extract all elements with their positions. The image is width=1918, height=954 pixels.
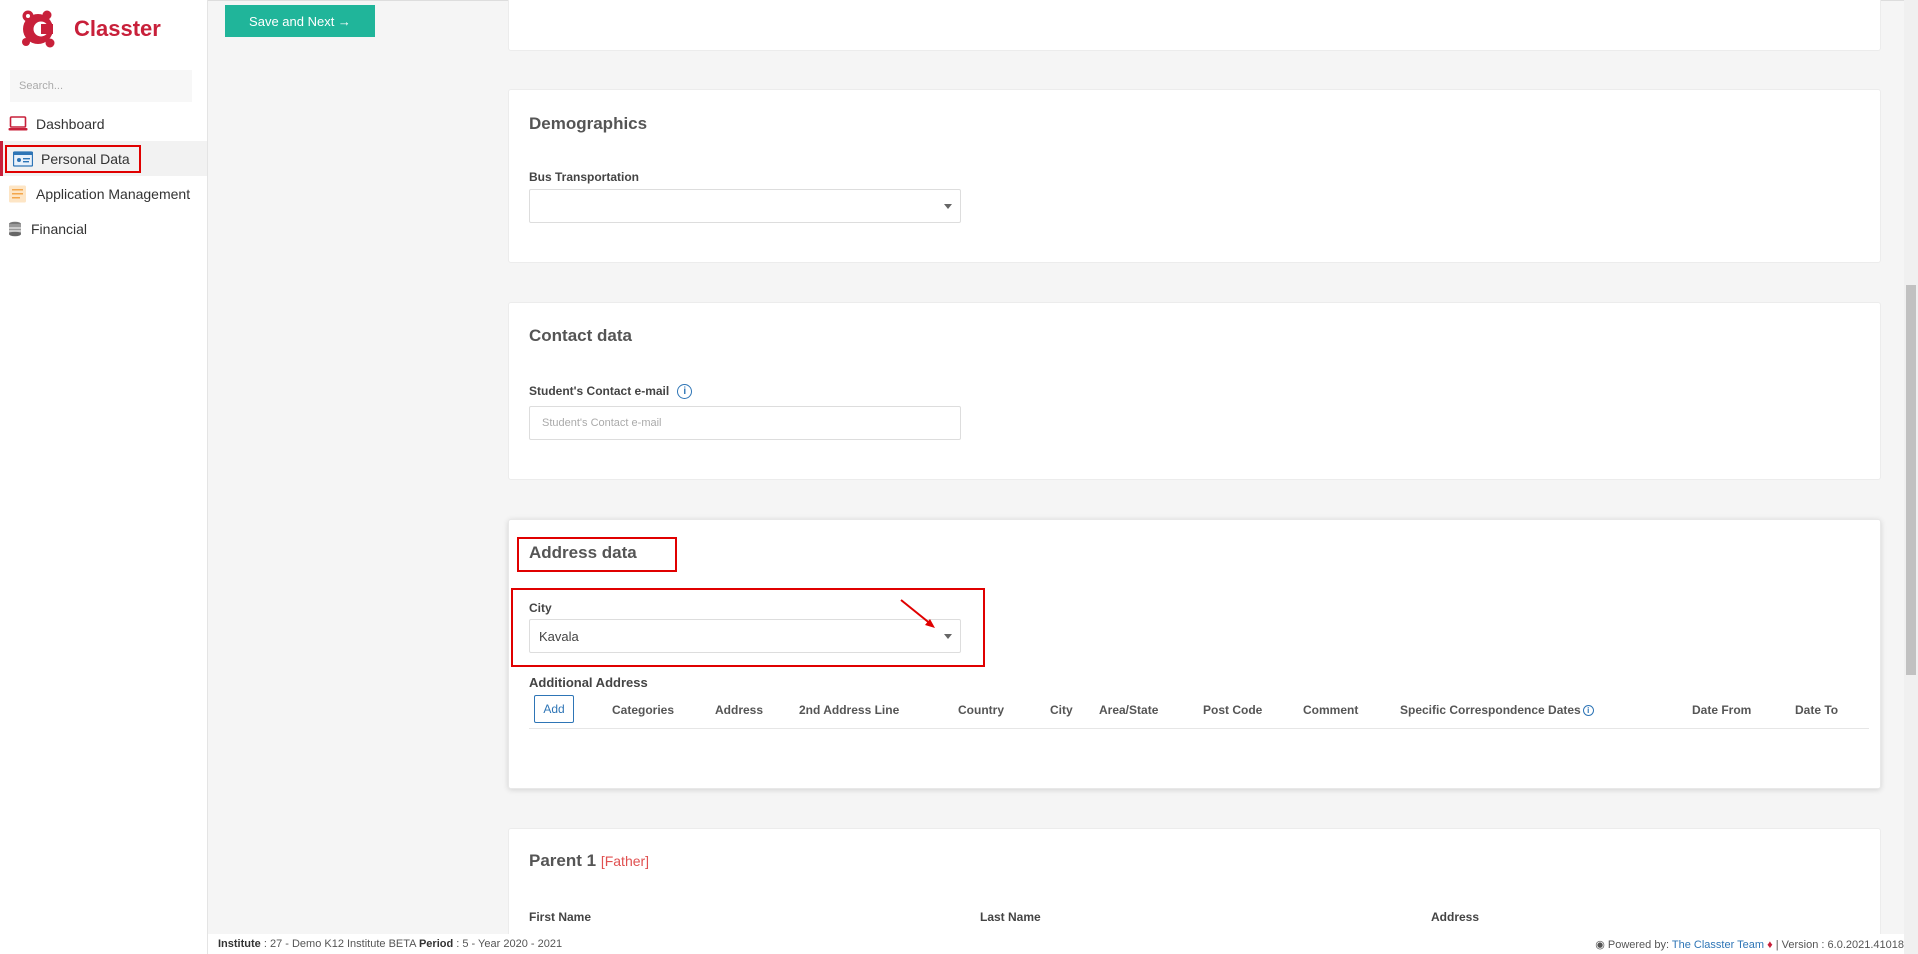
bus-transportation-select[interactable] [529, 189, 961, 223]
sidebar-item-label: Financial [31, 220, 88, 237]
classter-logo-icon [22, 10, 55, 48]
footer: Institute : 27 - Demo K12 Institute BETA… [208, 934, 1904, 954]
parent1-relation: [Father] [600, 853, 650, 869]
column-header: Country [958, 703, 1004, 717]
parent1-title-text: Parent 1 [529, 851, 597, 870]
brand-name: Classter [74, 16, 161, 41]
period-value: : 5 - Year 2020 - 2021 [456, 938, 563, 950]
laptop-icon [8, 115, 28, 133]
city-label: City [529, 601, 552, 615]
address-label: Address [1431, 910, 1480, 924]
sidebar-item-financial[interactable]: Financial [0, 211, 207, 246]
coins-icon [8, 220, 22, 238]
address-data-title: Address data [529, 543, 637, 562]
institute-key: Institute [218, 938, 261, 950]
sidebar-search-input[interactable] [10, 70, 192, 102]
id-card-icon [13, 150, 33, 168]
first-name-label: First Name [529, 910, 592, 924]
sidebar-item-label: Application Management [36, 185, 191, 202]
address-data-card: Address data City Kavala Additional Addr… [508, 519, 1881, 789]
last-name-label: Last Name [980, 910, 1041, 924]
contact-data-card: Contact data Student's Contact e-mail i [508, 302, 1881, 480]
bus-transportation-label: Bus Transportation [529, 170, 640, 184]
info-icon[interactable]: i [1582, 705, 1594, 717]
arrow-annotation-icon [900, 599, 935, 628]
parent1-title: Parent 1 [Father] [529, 851, 649, 871]
contact-data-title: Contact data [529, 326, 632, 345]
classter-badge-icon: ♦ [1767, 939, 1773, 951]
team-link[interactable]: The Classter Team [1672, 939, 1764, 951]
city-select[interactable]: Kavala [529, 619, 961, 653]
additional-address-label: Additional Address [529, 675, 648, 690]
main-content: Demographics Bus Transportation Contact … [208, 0, 1900, 954]
contact-email-field[interactable] [529, 406, 961, 440]
active-indicator [0, 141, 3, 176]
additional-address-table-header: Add Categories Address 2nd Address Line … [529, 695, 1869, 729]
column-header: Categories [612, 703, 675, 717]
chevron-down-icon [944, 204, 952, 209]
column-header: Comment [1303, 703, 1359, 717]
column-header: Area/State [1099, 703, 1159, 717]
chevron-down-icon [944, 634, 952, 639]
app-root: Classter Dashboard Personal Data [0, 0, 1918, 954]
form-icon [8, 185, 28, 203]
logo[interactable]: Classter [18, 8, 161, 50]
sidebar-nav: Dashboard Personal Data Application Mana… [0, 106, 207, 246]
sidebar-item-label: Personal Data [41, 150, 130, 167]
sidebar-item-label: Dashboard [36, 115, 105, 132]
column-header: Specific Correspondence Dates i [1400, 703, 1594, 717]
sidebar-item-application-management[interactable]: Application Management [0, 176, 207, 211]
sidebar-item-dashboard[interactable]: Dashboard [0, 106, 207, 141]
version-text: | Version : 6.0.2021.41018 [1775, 939, 1904, 951]
column-header: Date To [1795, 703, 1839, 717]
column-header: Date From [1692, 703, 1752, 717]
add-address-button[interactable]: Add [534, 695, 574, 723]
demographics-title: Demographics [529, 114, 648, 133]
personal-data-highlight: Personal Data [5, 144, 141, 173]
classter-small-icon: ◉ [1595, 939, 1605, 951]
footer-context: Institute : 27 - Demo K12 Institute BETA… [218, 938, 562, 950]
contact-email-label: Student's Contact e-mail i [529, 384, 693, 400]
column-header: Address [715, 703, 764, 717]
page-scrollbar[interactable] [1904, 0, 1918, 954]
sidebar: Classter Dashboard Personal Data [0, 0, 208, 954]
footer-version: ◉ Powered by: The Classter Team ♦ | Vers… [1595, 938, 1904, 951]
column-header: 2nd Address Line [799, 703, 900, 717]
column-header-text: Specific Correspondence Dates [1400, 703, 1581, 717]
previous-section-card [508, 0, 1881, 51]
demographics-card: Demographics Bus Transportation [508, 89, 1881, 263]
contact-email-label-text: Student's Contact e-mail [529, 384, 670, 398]
powered-by: Powered by: [1607, 939, 1670, 951]
scrollbar-thumb[interactable] [1906, 285, 1916, 675]
column-header: City [1050, 703, 1073, 717]
info-icon[interactable]: i [677, 384, 693, 400]
institute-value: : 27 - Demo K12 Institute BETA [263, 938, 416, 950]
column-header: Post Code [1203, 703, 1263, 717]
period-key: Period [418, 938, 454, 950]
city-value: Kavala [539, 628, 579, 644]
sidebar-item-personal-data[interactable]: Personal Data [0, 141, 207, 176]
